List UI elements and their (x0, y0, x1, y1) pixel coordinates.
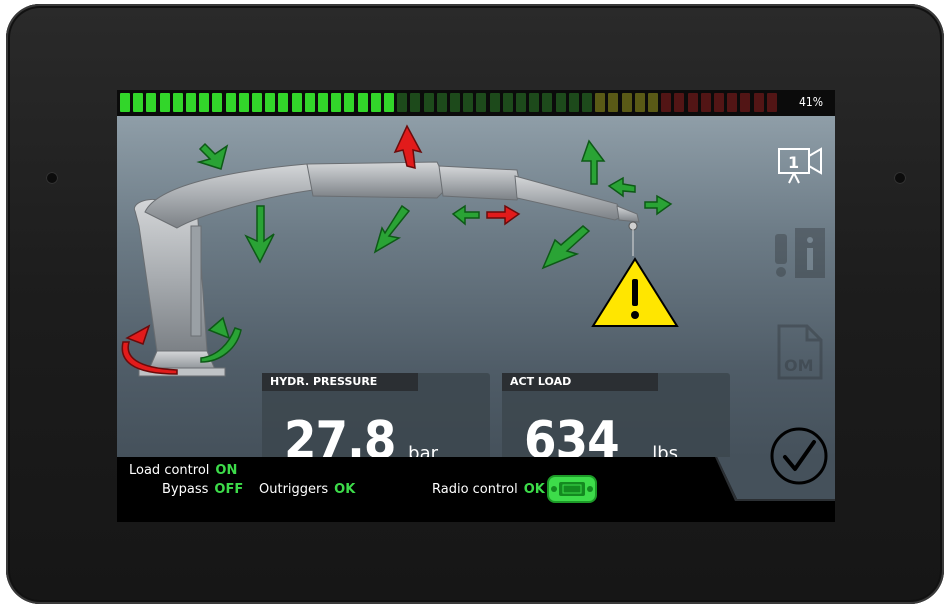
load-segment (555, 93, 566, 112)
load-segment (212, 93, 223, 112)
arrow-icon-up (580, 139, 606, 185)
arrow-icon-up-left (196, 142, 229, 170)
load-segment (542, 93, 553, 112)
load-segment (423, 93, 434, 112)
load-segment (304, 93, 315, 112)
load-segment (463, 93, 474, 112)
radio-remote-icon (547, 475, 597, 503)
load-segment (278, 93, 289, 112)
right-sensor (894, 172, 906, 184)
arrow-icon-right-red (486, 204, 521, 226)
camera-number: 1 (788, 153, 799, 172)
load-segment (410, 93, 421, 112)
rotate-right-icon (207, 316, 231, 340)
pressure-title: HYDR. PRESSURE (262, 373, 418, 391)
load-segment (674, 93, 685, 112)
info-warning-icon[interactable] (775, 228, 825, 278)
load-segment (265, 93, 276, 112)
arrow-icon-out-right (644, 194, 673, 216)
radio-control-label: Radio control (432, 482, 518, 497)
crane-view: 1 OM HYDR. PRESSURE 27.8 bar ACT LOAD 63… (117, 116, 835, 476)
load-bar: 41% (117, 90, 835, 116)
arrow-icon-down (244, 205, 275, 264)
load-segment (661, 93, 672, 112)
operator-manual-icon[interactable]: OM (777, 324, 823, 380)
load-segment (436, 93, 447, 112)
load-segment (397, 93, 408, 112)
load-segment (450, 93, 460, 112)
bypass-value: OFF (214, 482, 244, 497)
load-segment (291, 93, 302, 112)
load-segment (740, 93, 751, 112)
load-segment (634, 93, 645, 112)
manual-label: OM (784, 356, 814, 375)
load-segment (186, 93, 196, 112)
bypass-label: Bypass (162, 482, 209, 497)
load-segment (120, 93, 130, 112)
arrow-icon-down-left (373, 204, 411, 254)
arrow-icon-left (451, 204, 480, 226)
load-segment (595, 93, 606, 112)
arrow-icon-down-left-2 (541, 225, 591, 270)
rotate-left-icon (125, 324, 151, 345)
outriggers-value: OK (334, 482, 356, 497)
load-segment (199, 93, 210, 112)
load-segment (727, 93, 738, 112)
load-segment (331, 93, 342, 112)
load-segment (225, 93, 236, 112)
warning-icon (591, 257, 679, 327)
load-segment (476, 93, 487, 112)
load-segment (502, 93, 513, 112)
left-sensor (46, 172, 58, 184)
load-segment (146, 93, 157, 112)
load-segment (648, 93, 658, 112)
load-segment (714, 93, 724, 112)
screen: 41% 1 OM HYDR. PRESSURE 27.8 bar ACT LOA… (117, 90, 835, 522)
load-segment (370, 93, 381, 112)
outriggers-label: Outriggers (259, 482, 329, 497)
load-segment (133, 93, 144, 112)
load-segment (252, 93, 262, 112)
status-radio-control: Radio control OK (432, 482, 545, 497)
confirm-check-icon[interactable] (767, 424, 831, 488)
load-segment (344, 93, 355, 112)
load-segment (516, 93, 526, 112)
load-segment (529, 93, 540, 112)
load-segment (700, 93, 711, 112)
load-segment (384, 93, 394, 112)
radio-control-value: OK (523, 482, 545, 497)
load-segment (621, 93, 632, 112)
load-segment (766, 93, 777, 112)
load-segment (582, 93, 592, 112)
load-control-label: Load control (129, 463, 210, 478)
load-segment (489, 93, 500, 112)
load-segment (357, 93, 368, 112)
load-segment (318, 93, 328, 112)
load-segment (238, 93, 249, 112)
load-segment (159, 93, 170, 112)
status-bar: Load control ON Bypass OFF Outriggers OK Ra… (117, 427, 835, 522)
load-segment (608, 93, 619, 112)
arrow-icon-out-left (607, 176, 636, 198)
load-segment (753, 93, 764, 112)
crane-extension-boom (306, 161, 640, 256)
load-title: ACT LOAD (502, 373, 658, 391)
load-segment (172, 93, 183, 112)
status-outriggers: Outriggers OK (259, 482, 355, 497)
camera-1-icon[interactable]: 1 (778, 147, 822, 184)
load-segment (687, 93, 698, 112)
status-bypass: Bypass OFF (162, 482, 243, 497)
status-load-control: Load control ON (129, 463, 237, 478)
load-segment (568, 93, 579, 112)
load-percent: 41% (799, 95, 823, 109)
arrow-icon-up-red (393, 124, 423, 169)
crane-main-boom (144, 163, 314, 229)
load-control-value: ON (215, 463, 238, 478)
